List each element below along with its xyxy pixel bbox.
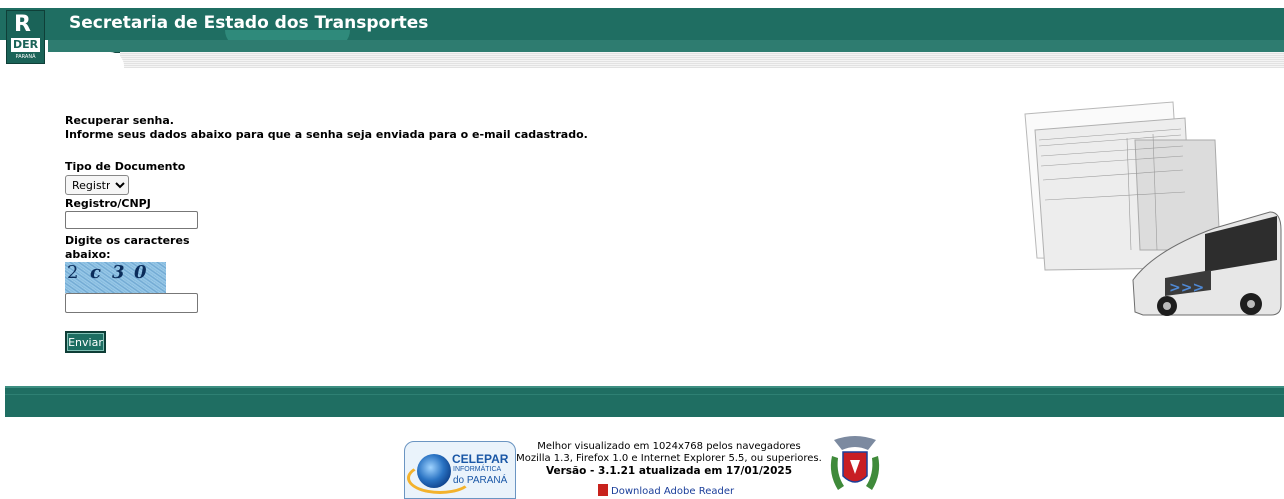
adobe-reader-link[interactable]: Download Adobe Reader <box>598 484 734 497</box>
svg-text:>>>: >>> <box>1169 280 1204 296</box>
form-instruction: Informe seus dados abaixo para que a sen… <box>65 128 588 141</box>
logo-letter: R <box>14 12 31 37</box>
doc-type-label: Tipo de Documento <box>65 160 186 173</box>
page-title: Secretaria de Estado dos Transportes <box>69 13 429 33</box>
logo-parana: PARANÁ <box>15 54 36 60</box>
footer-version: Versão - 3.1.21 atualizada em 17/01/2025 <box>545 465 793 477</box>
bus-ticket-illustration: >>> <box>1024 101 1282 316</box>
pdf-icon <box>598 484 608 496</box>
captcha-char: 0 <box>134 262 149 283</box>
header-curve <box>48 52 124 68</box>
captcha-char: 3 <box>112 262 127 283</box>
doc-type-select[interactable]: Registro <box>65 175 129 195</box>
celepar-sub2: do PARANÁ <box>453 475 508 486</box>
logo-der: DER <box>11 38 40 52</box>
captcha-input[interactable] <box>65 293 198 313</box>
footer-line-1: Melhor visualizado em 1024x768 pelos nav… <box>537 441 801 452</box>
registro-label: Registro/CNPJ <box>65 197 151 210</box>
footer-info: Melhor visualizado em 1024x768 pelos nav… <box>514 441 824 477</box>
submit-button[interactable]: Enviar <box>65 331 106 353</box>
celepar-sub1: INFORMÁTICA <box>453 466 502 473</box>
captcha-image: 2 c 3 0 <box>65 262 166 293</box>
parana-coat-of-arms-icon <box>830 436 880 490</box>
header: R DER PARANÁ Secretaria de Estado dos Tr… <box>0 0 1284 68</box>
celepar-name: CELEPAR <box>452 452 509 466</box>
adobe-reader-label: Download Adobe Reader <box>611 486 735 497</box>
der-logo-icon: R DER PARANÁ <box>6 10 45 64</box>
captcha-label-1: Digite os caracteres <box>65 234 190 247</box>
captcha-label-2: abaixo: <box>65 248 111 261</box>
captcha-char: c <box>90 262 103 283</box>
registro-input[interactable] <box>65 211 198 229</box>
footer-bar <box>5 386 1284 417</box>
celepar-logo-icon[interactable]: CELEPAR INFORMÁTICA do PARANÁ <box>404 441 516 499</box>
captcha-char: 2 <box>67 262 81 283</box>
footer-line-2: Mozilla 1.3, Firefox 1.0 e Internet Expl… <box>516 453 822 464</box>
celepar-globe <box>417 454 451 488</box>
form-heading: Recuperar senha. <box>65 114 174 127</box>
header-stripes <box>120 52 1284 68</box>
